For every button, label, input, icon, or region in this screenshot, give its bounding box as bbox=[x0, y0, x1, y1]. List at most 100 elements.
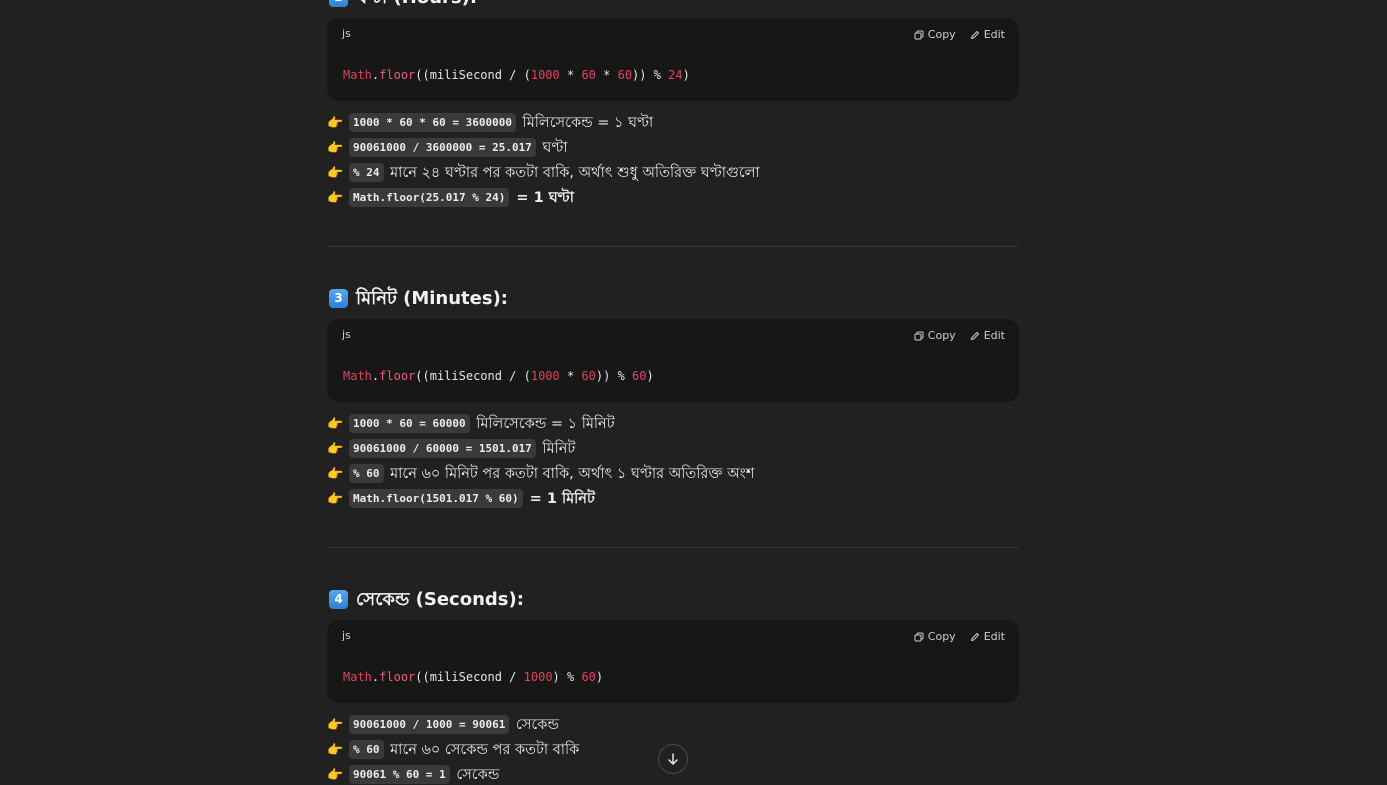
code-actions: Copy Edit bbox=[914, 28, 1005, 41]
code-token: 60 bbox=[581, 670, 596, 684]
code-token: 1000 bbox=[530, 68, 560, 82]
section-heading: 2 ঘণ্টা (Hours): bbox=[329, 0, 1019, 12]
inline-code: 90061000 / 1000 = 90061 bbox=[349, 715, 510, 734]
item-text: মিনিট bbox=[537, 441, 576, 457]
pointing-hand-icon: 👉 bbox=[327, 467, 344, 482]
inline-code: Math.floor(25.017 % 24) bbox=[349, 188, 510, 207]
explanation-list: 👉 1000 * 60 = 60000 মিলিসেকেন্ড = ১ মিনিট… bbox=[327, 412, 1019, 512]
item-text: মানে ৬০ মিনিট পর কতটা বাকি, অর্থাৎ ১ ঘণ্… bbox=[385, 466, 755, 482]
copy-button[interactable]: Copy bbox=[914, 28, 956, 41]
chat-page: 2 ঘণ্টা (Hours): js Copy Edit Math.floor((mil… bbox=[0, 0, 1387, 785]
pointing-hand-icon: 👉 bbox=[327, 768, 344, 783]
inline-code: Math.floor(1501.017 % 60) bbox=[349, 489, 523, 508]
copy-button[interactable]: Copy bbox=[914, 329, 956, 342]
code-token: ((miliSecond / bbox=[415, 670, 524, 684]
code-language-label: js bbox=[342, 27, 351, 40]
list-item: 👉 1000 * 60 * 60 = 3600000 মিলিসেকেন্ড = … bbox=[327, 111, 1019, 136]
code-token: 60 bbox=[617, 68, 633, 82]
code-block: js Copy Edit Math.floor((miliSecond / 1000)… bbox=[327, 620, 1019, 703]
number-badge-icon: 3 bbox=[329, 289, 348, 308]
item-text: সেকেন্ড bbox=[451, 767, 500, 783]
code-token: Math bbox=[343, 369, 372, 383]
edit-button[interactable]: Edit bbox=[970, 28, 1005, 41]
section-title: সেকেন্ড (Seconds): bbox=[356, 589, 524, 610]
code-actions: Copy Edit bbox=[914, 630, 1005, 643]
code-token: floor bbox=[379, 369, 416, 383]
list-item: 👉 % 24 মানে ২৪ ঘণ্টার পর কতটা বাকি, অর্থা… bbox=[327, 161, 1019, 186]
inline-code: 90061 % 60 = 1 bbox=[349, 765, 450, 784]
code-token: 60 bbox=[632, 369, 647, 383]
inline-code: 1000 * 60 * 60 = 3600000 bbox=[349, 113, 516, 132]
inline-code: % 24 bbox=[349, 163, 384, 182]
edit-label: Edit bbox=[983, 28, 1005, 41]
code-token: 60 bbox=[581, 68, 596, 82]
arrow-down-icon bbox=[668, 753, 678, 765]
edit-button[interactable]: Edit bbox=[970, 630, 1005, 643]
pointing-hand-icon: 👉 bbox=[327, 166, 344, 181]
list-item: 👉 1000 * 60 = 60000 মিলিসেকেন্ড = ১ মিনিট bbox=[327, 412, 1019, 437]
code-token: 24 bbox=[668, 68, 683, 82]
code-token: floor bbox=[379, 670, 416, 684]
copy-icon bbox=[914, 632, 924, 642]
pointing-hand-icon: 👉 bbox=[327, 116, 344, 131]
code-token: )) % bbox=[632, 68, 669, 82]
code-line: Math.floor((miliSecond / (1000 * 60 * 60… bbox=[343, 68, 690, 82]
code-token: ) bbox=[646, 369, 654, 383]
copy-button[interactable]: Copy bbox=[914, 630, 956, 643]
edit-icon bbox=[970, 30, 980, 40]
code-token: ) bbox=[682, 68, 690, 82]
copy-label: Copy bbox=[927, 630, 956, 643]
pointing-hand-icon: 👉 bbox=[327, 492, 344, 507]
code-token: )) % bbox=[595, 369, 633, 383]
edit-icon bbox=[970, 331, 980, 341]
pointing-hand-icon: 👉 bbox=[327, 191, 344, 206]
item-text: সেকেন্ড bbox=[511, 717, 559, 733]
copy-label: Copy bbox=[927, 28, 956, 41]
pointing-hand-icon: 👉 bbox=[327, 743, 344, 758]
inline-code: 90061000 / 60000 = 1501.017 bbox=[349, 439, 536, 458]
edit-label: Edit bbox=[983, 329, 1005, 342]
scroll-to-bottom-button[interactable] bbox=[658, 744, 688, 774]
message-content: 2 ঘণ্টা (Hours): js Copy Edit Math.floor((mil… bbox=[327, 0, 1019, 785]
pointing-hand-icon: 👉 bbox=[327, 442, 344, 457]
code-actions: Copy Edit bbox=[914, 329, 1005, 342]
code-token: Math bbox=[343, 68, 372, 82]
copy-icon bbox=[914, 331, 924, 341]
section-divider bbox=[327, 246, 1019, 247]
inline-code: % 60 bbox=[349, 464, 384, 483]
code-token: floor bbox=[379, 68, 416, 82]
item-text: মানে ২৪ ঘণ্টার পর কতটা বাকি, অর্থাৎ শুধু… bbox=[385, 165, 760, 181]
item-text: = 1 ঘণ্টা bbox=[511, 190, 574, 206]
section-title: ঘণ্টা (Hours): bbox=[356, 0, 477, 8]
list-item: 👉 Math.floor(1501.017 % 60) = 1 মিনিট bbox=[327, 487, 1019, 512]
code-token: 60 bbox=[581, 369, 596, 383]
code-token: * bbox=[559, 68, 582, 82]
pointing-hand-icon: 👉 bbox=[327, 141, 344, 156]
code-token: ) % bbox=[552, 670, 582, 684]
section-title: মিনিট (Minutes): bbox=[356, 288, 509, 309]
list-item: 👉 90061000 / 3600000 = 25.017 ঘণ্টা bbox=[327, 136, 1019, 161]
code-token: Math bbox=[343, 670, 372, 684]
number-badge-icon: 2 bbox=[329, 0, 348, 7]
code-token: 1000 bbox=[523, 670, 553, 684]
section-divider bbox=[327, 547, 1019, 548]
edit-icon bbox=[970, 632, 980, 642]
code-language-label: js bbox=[342, 629, 351, 642]
code-line: Math.floor((miliSecond / 1000) % 60) bbox=[343, 670, 603, 684]
number-badge-icon: 4 bbox=[329, 590, 348, 609]
section-heading: 4 সেকেন্ড (Seconds): bbox=[329, 586, 1019, 614]
code-line: Math.floor((miliSecond / (1000 * 60)) % … bbox=[343, 369, 654, 383]
code-token: ((miliSecond / ( bbox=[415, 68, 531, 82]
item-text: মানে ৬০ সেকেন্ড পর কতটা বাকি bbox=[385, 742, 580, 758]
copy-label: Copy bbox=[927, 329, 956, 342]
inline-code: 90061000 / 3600000 = 25.017 bbox=[349, 138, 536, 157]
edit-label: Edit bbox=[983, 630, 1005, 643]
edit-button[interactable]: Edit bbox=[970, 329, 1005, 342]
code-token: 1000 bbox=[530, 369, 560, 383]
code-language-label: js bbox=[342, 328, 351, 341]
code-token: * bbox=[559, 369, 582, 383]
copy-icon bbox=[914, 30, 924, 40]
item-text: ঘণ্টা bbox=[537, 140, 568, 156]
list-item: 👉 90061000 / 60000 = 1501.017 মিনিট bbox=[327, 437, 1019, 462]
pointing-hand-icon: 👉 bbox=[327, 718, 344, 733]
